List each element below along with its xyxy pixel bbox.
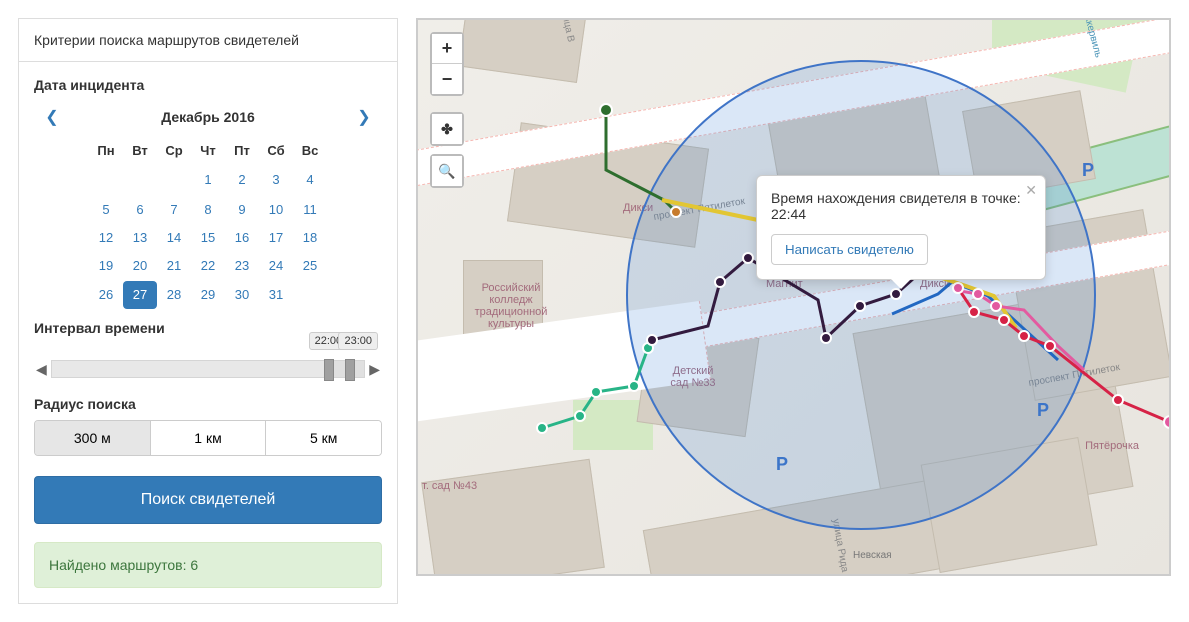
calendar-day[interactable]: 8 bbox=[191, 195, 225, 223]
parking-icon: P bbox=[1082, 160, 1094, 181]
calendar-day[interactable]: 25 bbox=[293, 251, 327, 279]
calendar-month: Декабрь 2016 bbox=[161, 109, 255, 125]
prev-month-button[interactable]: ❮ bbox=[40, 105, 64, 129]
slider-handle-from[interactable]: 22:00 bbox=[324, 359, 334, 381]
slider-track[interactable]: 22:00 23:00 bbox=[51, 360, 365, 378]
calendar-day[interactable]: 26 bbox=[89, 281, 123, 309]
popup-close-button[interactable]: ✕ bbox=[1025, 182, 1037, 199]
zoom-in-button[interactable]: + bbox=[432, 34, 462, 64]
pan-control: ✤ bbox=[430, 112, 464, 146]
search-radius-circle bbox=[626, 60, 1096, 530]
slider-next-button[interactable]: ▶ bbox=[367, 361, 382, 378]
calendar-dow: Пт bbox=[225, 137, 259, 164]
calendar-day[interactable]: 13 bbox=[123, 223, 157, 251]
calendar-day[interactable]: 20 bbox=[123, 251, 157, 279]
calendar-day[interactable]: 31 bbox=[259, 281, 293, 309]
poi-label: Российский колледж традиционной культуры bbox=[466, 282, 556, 330]
calendar-day[interactable]: 23 bbox=[225, 251, 259, 279]
calendar-day[interactable]: 18 bbox=[293, 223, 327, 251]
witness-popup: ✕ Время нахождения свидетеля в точке: 22… bbox=[756, 175, 1046, 280]
calendar-dow: Ср bbox=[157, 137, 191, 164]
radius-option[interactable]: 5 км bbox=[265, 421, 381, 455]
calendar: ПнВтСрЧтПтСбВс12345678910111213141516171… bbox=[89, 137, 327, 310]
calendar-dow: Сб bbox=[259, 137, 293, 164]
map-search-button[interactable]: 🔍 bbox=[432, 156, 462, 186]
calendar-day[interactable]: 22 bbox=[191, 251, 225, 279]
radius-label: Радиус поиска bbox=[34, 396, 382, 412]
calendar-day[interactable]: 19 bbox=[89, 251, 123, 279]
calendar-day[interactable]: 27 bbox=[123, 281, 157, 309]
calendar-day[interactable]: 30 bbox=[225, 281, 259, 309]
calendar-day[interactable]: 29 bbox=[191, 281, 225, 309]
calendar-day[interactable]: 6 bbox=[123, 195, 157, 223]
contact-witness-button[interactable]: Написать свидетелю bbox=[771, 234, 928, 265]
search-control: 🔍 bbox=[430, 154, 464, 188]
panel-title: Критерии поиска маршрутов свидетелей bbox=[19, 19, 397, 62]
calendar-day[interactable]: 4 bbox=[293, 166, 327, 194]
street-label: Невская bbox=[853, 550, 892, 561]
calendar-day[interactable]: 2 bbox=[225, 166, 259, 194]
radius-option[interactable]: 1 км bbox=[150, 421, 266, 455]
calendar-dow: Пн bbox=[89, 137, 123, 164]
result-alert: Найдено маршрутов: 6 bbox=[34, 542, 382, 588]
radius-group: 300 м1 км5 км bbox=[34, 420, 382, 456]
calendar-day[interactable]: 12 bbox=[89, 223, 123, 251]
calendar-day[interactable]: 3 bbox=[259, 166, 293, 194]
slider-prev-button[interactable]: ◀ bbox=[34, 361, 49, 378]
calendar-day[interactable]: 10 bbox=[259, 195, 293, 223]
calendar-day[interactable]: 17 bbox=[259, 223, 293, 251]
popup-text: Время нахождения свидетеля в точке: 22:4… bbox=[771, 190, 1031, 222]
zoom-out-button[interactable]: − bbox=[432, 64, 462, 94]
calendar-dow: Вт bbox=[123, 137, 157, 164]
calendar-day[interactable]: 11 bbox=[293, 195, 327, 223]
calendar-day[interactable]: 1 bbox=[191, 166, 225, 194]
calendar-day[interactable]: 15 bbox=[191, 223, 225, 251]
next-month-button[interactable]: ❯ bbox=[352, 105, 376, 129]
date-label: Дата инцидента bbox=[34, 77, 382, 93]
map-building bbox=[421, 459, 605, 576]
map[interactable]: проспект Пятилеток проспект Пятилеток Ул… bbox=[416, 18, 1171, 576]
search-criteria-panel: Критерии поиска маршрутов свидетелей Дат… bbox=[18, 18, 398, 604]
search-button[interactable]: Поиск свидетелей bbox=[34, 476, 382, 524]
pan-button[interactable]: ✤ bbox=[432, 114, 462, 144]
time-range-slider[interactable]: ◀ 22:00 23:00 ▶ bbox=[34, 360, 382, 378]
slider-value-to: 23:00 bbox=[338, 332, 378, 350]
slider-handle-to[interactable]: 23:00 bbox=[345, 359, 355, 381]
calendar-header: ❮ Декабрь 2016 ❯ bbox=[34, 101, 382, 133]
calendar-day[interactable]: 16 bbox=[225, 223, 259, 251]
calendar-day[interactable]: 21 bbox=[157, 251, 191, 279]
calendar-day[interactable]: 9 bbox=[225, 195, 259, 223]
calendar-dow: Чт bbox=[191, 137, 225, 164]
calendar-day[interactable]: 28 bbox=[157, 281, 191, 309]
radius-option[interactable]: 300 м bbox=[35, 421, 150, 455]
poi-label: т. сад №43 bbox=[422, 480, 477, 492]
calendar-day[interactable]: 24 bbox=[259, 251, 293, 279]
calendar-dow: Вс bbox=[293, 137, 327, 164]
zoom-control: + − bbox=[430, 32, 464, 96]
calendar-day[interactable]: 14 bbox=[157, 223, 191, 251]
calendar-day[interactable]: 7 bbox=[157, 195, 191, 223]
calendar-day[interactable]: 5 bbox=[89, 195, 123, 223]
poi-label: Пятёрочка bbox=[1085, 440, 1139, 452]
